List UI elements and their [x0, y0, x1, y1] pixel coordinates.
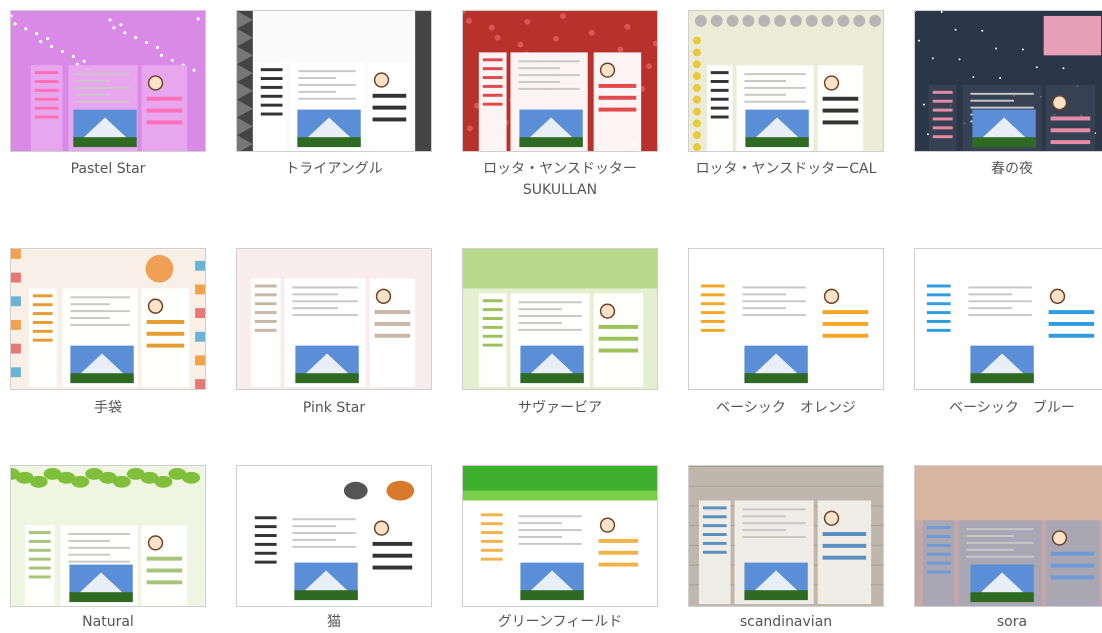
theme-label[interactable]: サヴァービア [452, 398, 668, 419]
theme-label[interactable]: sora [904, 612, 1102, 633]
theme-thumbnail[interactable] [688, 465, 884, 607]
theme-label[interactable]: scandinavian [678, 612, 894, 633]
theme-thumbnail[interactable] [462, 10, 658, 152]
theme-thumbnail[interactable] [10, 10, 206, 152]
theme-thumbnail[interactable] [914, 10, 1102, 152]
theme-label[interactable]: Pink Star [226, 398, 442, 419]
theme-thumbnail[interactable] [914, 248, 1102, 390]
theme-thumbnail[interactable] [688, 248, 884, 390]
theme-preview-image [463, 249, 657, 389]
theme-thumbnail[interactable] [462, 248, 658, 390]
theme-label[interactable]: 手袋 [0, 398, 216, 419]
theme-preview-image [11, 11, 205, 151]
theme-label[interactable]: 春の夜 [904, 159, 1102, 180]
theme-thumbnail[interactable] [236, 465, 432, 607]
theme-preview-image [237, 11, 431, 151]
theme-preview-image [237, 249, 431, 389]
theme-thumbnail[interactable] [914, 465, 1102, 607]
theme-preview-image [915, 249, 1102, 389]
theme-preview-image [463, 11, 657, 151]
theme-thumbnail[interactable] [462, 465, 658, 607]
theme-label[interactable]: ベーシック ブルー [904, 398, 1102, 419]
theme-label[interactable]: 猫 [226, 612, 442, 633]
theme-thumbnail[interactable] [10, 248, 206, 390]
theme-thumbnail[interactable] [236, 248, 432, 390]
theme-label[interactable]: ロッタ・ヤンスドッター SUKULLAN [452, 159, 668, 201]
theme-preview-image [915, 466, 1102, 606]
theme-gallery: Pastel Star トライアングル ロッタ・ヤンスドッター SUKULLAN… [0, 0, 1102, 631]
theme-thumbnail[interactable] [10, 465, 206, 607]
theme-label[interactable]: Natural [0, 612, 216, 633]
theme-preview-image [11, 249, 205, 389]
theme-preview-image [689, 249, 883, 389]
theme-thumbnail[interactable] [236, 10, 432, 152]
theme-label[interactable]: ベーシック オレンジ [678, 398, 894, 419]
theme-label[interactable]: グリーンフィールド [452, 612, 668, 633]
theme-label[interactable]: トライアングル [226, 159, 442, 180]
theme-preview-image [689, 466, 883, 606]
theme-preview-image [11, 466, 205, 606]
theme-label[interactable]: ロッタ・ヤンスドッターCAL [678, 159, 894, 180]
theme-preview-image [237, 466, 431, 606]
theme-preview-image [463, 466, 657, 606]
theme-thumbnail[interactable] [688, 10, 884, 152]
theme-preview-image [915, 11, 1102, 151]
theme-preview-image [689, 11, 883, 151]
theme-label[interactable]: Pastel Star [0, 159, 216, 180]
